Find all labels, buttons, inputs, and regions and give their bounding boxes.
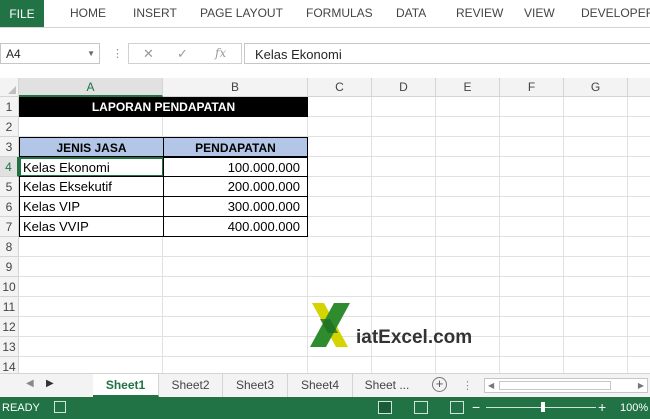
cell-pendapatan[interactable]: 100.000.000 bbox=[163, 157, 308, 177]
row-header[interactable]: 5 bbox=[0, 177, 19, 197]
status-bar: READY − + 100% bbox=[0, 397, 650, 419]
name-box[interactable]: A4 ▼ bbox=[0, 43, 100, 64]
formula-bar: A4 ▼ ⋮ ✕ ✓ fx Kelas Ekonomi bbox=[0, 37, 650, 71]
macro-record-icon[interactable] bbox=[54, 401, 66, 413]
tab-formulas[interactable]: FORMULAS bbox=[306, 6, 373, 20]
row-header[interactable]: 13 bbox=[0, 337, 19, 357]
cancel-icon[interactable]: ✕ bbox=[143, 46, 154, 62]
page-break-view-icon[interactable] bbox=[450, 401, 464, 414]
cell-pendapatan[interactable]: 200.000.000 bbox=[163, 176, 308, 197]
add-sheet-button[interactable]: + bbox=[432, 377, 447, 392]
status-ready: READY bbox=[2, 402, 40, 414]
page-layout-view-icon[interactable] bbox=[414, 401, 428, 414]
row-header[interactable]: 9 bbox=[0, 257, 19, 277]
zoom-slider-thumb[interactable] bbox=[541, 402, 545, 412]
cell-jenis[interactable]: Kelas Eksekutif bbox=[19, 176, 164, 197]
row-header[interactable]: 2 bbox=[0, 117, 19, 137]
normal-view-icon[interactable] bbox=[378, 401, 392, 414]
tab-review[interactable]: REVIEW bbox=[456, 6, 503, 20]
row-header[interactable]: 7 bbox=[0, 217, 19, 237]
tab-sheet1[interactable]: Sheet1 bbox=[93, 374, 159, 397]
tab-sheet4[interactable]: Sheet4 bbox=[288, 374, 353, 397]
row-header[interactable]: 12 bbox=[0, 317, 19, 337]
tab-developer[interactable]: DEVELOPER bbox=[581, 6, 650, 20]
cell-pendapatan[interactable]: 300.000.000 bbox=[163, 196, 308, 217]
scroll-left-arrow-icon[interactable]: ◀ bbox=[488, 381, 494, 390]
tab-sheet3[interactable]: Sheet3 bbox=[223, 374, 288, 397]
select-all-button[interactable] bbox=[0, 78, 19, 97]
kiatexcel-logo: iatExcel.com bbox=[310, 301, 500, 351]
formula-value: Kelas Ekonomi bbox=[255, 47, 342, 62]
scroll-right-arrow-icon[interactable]: ▶ bbox=[638, 381, 644, 390]
row-header[interactable]: 11 bbox=[0, 297, 19, 317]
tab-sheet2[interactable]: Sheet2 bbox=[159, 374, 223, 397]
enter-icon[interactable]: ✓ bbox=[177, 46, 188, 62]
row-header[interactable]: 3 bbox=[0, 137, 19, 157]
ribbon-tabs: FILE HOME INSERT PAGE LAYOUT FORMULAS DA… bbox=[0, 0, 650, 28]
scroll-right-icon[interactable]: ▶ bbox=[46, 378, 54, 389]
column-header-a[interactable]: A bbox=[19, 78, 163, 97]
cell-jenis[interactable]: Kelas Ekonomi bbox=[19, 157, 164, 177]
scroll-left-icon[interactable]: ◀ bbox=[26, 378, 34, 389]
tab-view[interactable]: VIEW bbox=[524, 6, 555, 20]
tab-data[interactable]: DATA bbox=[396, 6, 426, 20]
column-header-e[interactable]: E bbox=[436, 78, 500, 97]
row-header[interactable]: 10 bbox=[0, 277, 19, 297]
column-header-d[interactable]: D bbox=[372, 78, 436, 97]
horizontal-scrollbar[interactable]: ◀ ▶ bbox=[484, 378, 648, 393]
zoom-level[interactable]: 100% bbox=[620, 402, 648, 414]
cell-jenis[interactable]: Kelas VIP bbox=[19, 196, 164, 217]
row-header[interactable]: 1 bbox=[0, 97, 19, 117]
chevron-down-icon[interactable]: ▼ bbox=[87, 49, 95, 58]
drag-handle-icon[interactable]: ⋮ bbox=[112, 47, 123, 60]
formula-buttons: ✕ ✓ fx bbox=[128, 43, 242, 64]
column-header-f[interactable]: F bbox=[500, 78, 564, 97]
sheet-tabs-bar: ◀ ▶ Sheet1 Sheet2 Sheet3 Sheet4 Sheet ..… bbox=[0, 373, 650, 397]
file-tab[interactable]: FILE bbox=[0, 0, 44, 27]
column-header-h[interactable] bbox=[628, 78, 650, 97]
logo-text: iatExcel.com bbox=[356, 327, 473, 348]
row-header[interactable]: 14 bbox=[0, 357, 19, 373]
column-header-g[interactable]: G bbox=[564, 78, 628, 97]
logo-x-icon bbox=[310, 303, 350, 347]
zoom-in-button[interactable]: + bbox=[598, 399, 606, 415]
tab-insert[interactable]: INSERT bbox=[133, 6, 177, 20]
scrollbar-thumb[interactable] bbox=[499, 381, 611, 390]
more-options-icon[interactable]: ⋮ bbox=[462, 379, 473, 392]
cell-pendapatan[interactable]: 400.000.000 bbox=[163, 216, 308, 237]
column-header-c[interactable]: C bbox=[308, 78, 372, 97]
zoom-out-button[interactable]: − bbox=[472, 399, 480, 415]
tab-home[interactable]: HOME bbox=[70, 6, 106, 20]
header-pendapatan[interactable]: PENDAPATAN bbox=[163, 137, 308, 157]
cell-jenis[interactable]: Kelas VVIP bbox=[19, 216, 164, 237]
tab-sheet-more[interactable]: Sheet ... bbox=[353, 374, 421, 397]
row-header[interactable]: 6 bbox=[0, 197, 19, 217]
insert-function-icon[interactable]: fx bbox=[215, 46, 226, 60]
name-box-value: A4 bbox=[6, 47, 21, 61]
row-header[interactable]: 8 bbox=[0, 237, 19, 257]
report-title[interactable]: LAPORAN PENDAPATAN bbox=[19, 97, 308, 117]
formula-input[interactable]: Kelas Ekonomi bbox=[244, 43, 650, 64]
row-header[interactable]: 4 bbox=[0, 157, 19, 177]
select-all-icon bbox=[8, 86, 16, 94]
header-jenis-jasa[interactable]: JENIS JASA bbox=[19, 137, 164, 157]
tab-page-layout[interactable]: PAGE LAYOUT bbox=[200, 6, 283, 20]
column-header-b[interactable]: B bbox=[163, 78, 308, 97]
